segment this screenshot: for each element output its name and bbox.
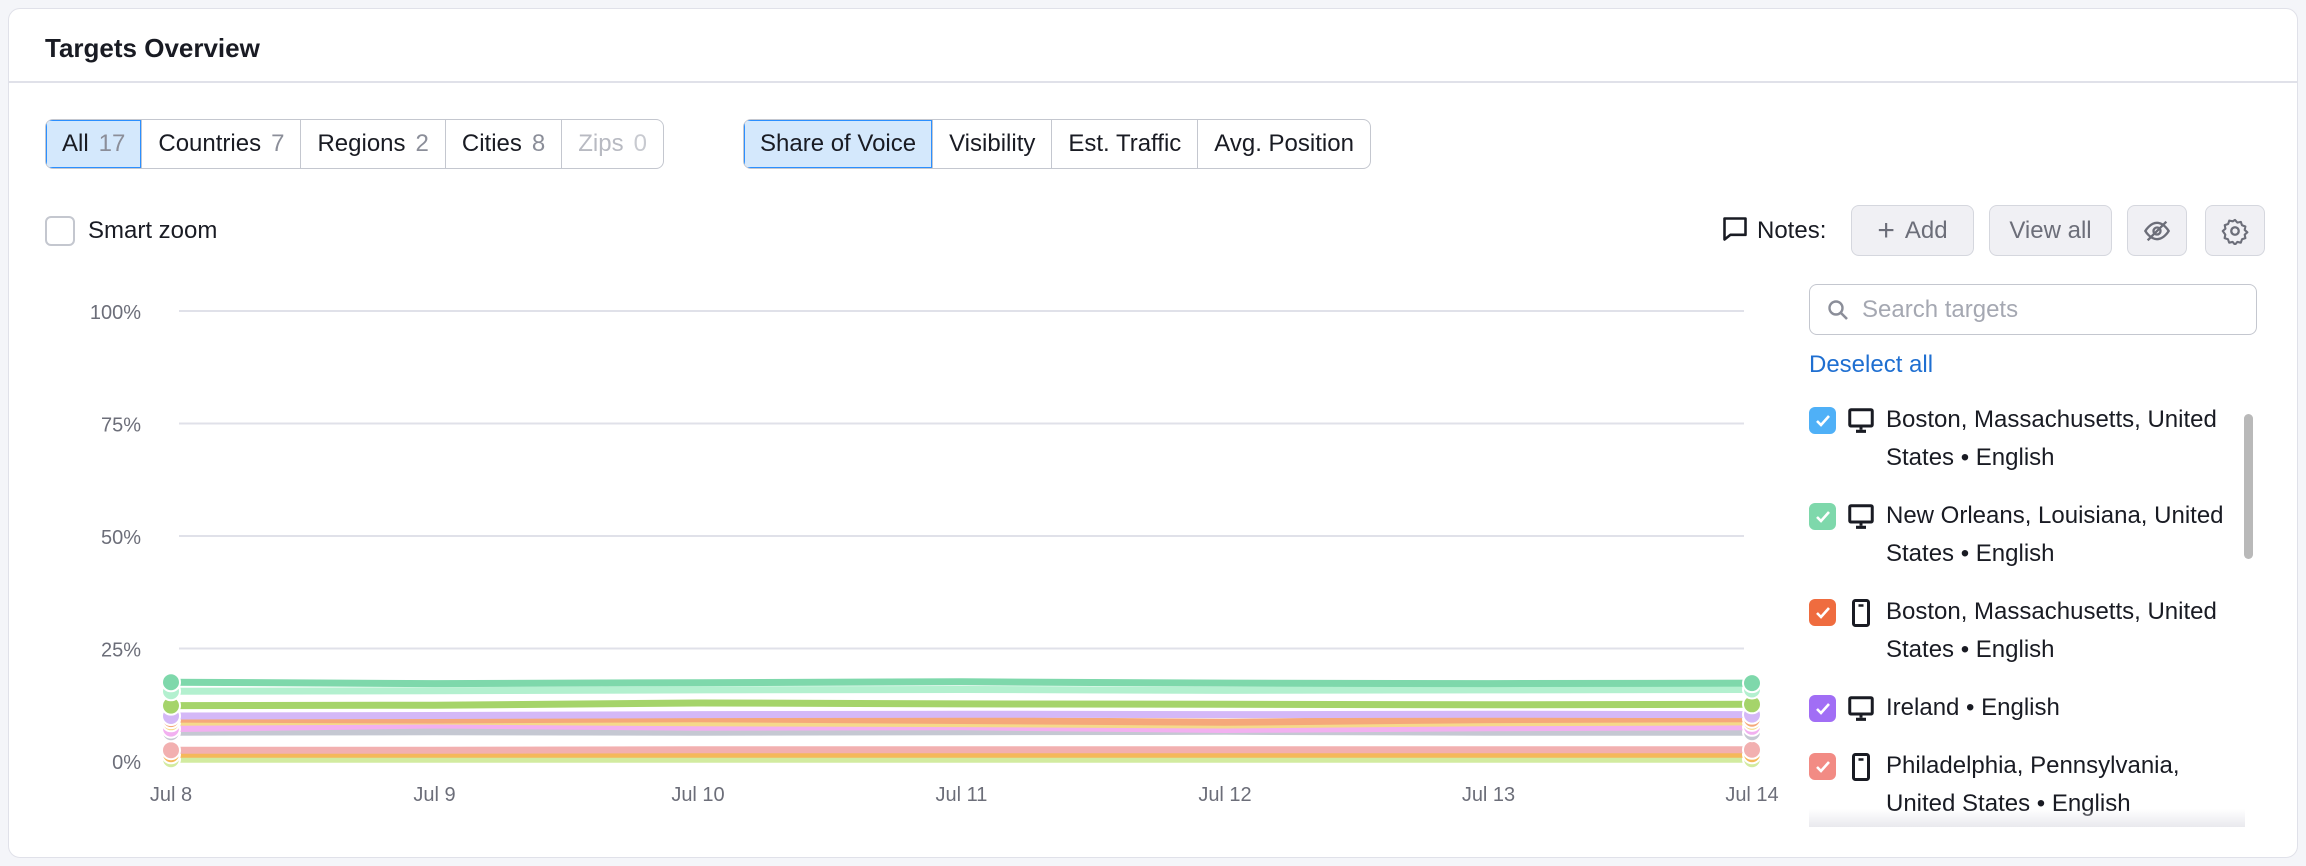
tab-avg-position[interactable]: Avg. Position bbox=[1198, 120, 1370, 168]
targets-legend: Boston, Massachusetts, United States • E… bbox=[1809, 401, 2245, 826]
location-type-tabs: All 17 Countries 7 Regions 2 Cities 8 Zips 0 bbox=[45, 119, 664, 169]
y-tick-label: 0% bbox=[112, 752, 141, 774]
add-note-label: Add bbox=[1904, 216, 1948, 244]
series-point[interactable] bbox=[161, 740, 181, 761]
tab-label: Countries bbox=[158, 130, 262, 157]
desktop-icon bbox=[1848, 408, 1874, 433]
check-icon bbox=[1815, 760, 1830, 773]
tab-count: 7 bbox=[271, 130, 285, 157]
target-item[interactable]: New Orleans, Louisiana, United States • … bbox=[1809, 497, 2245, 573]
metric-tabs: Share of Voice Visibility Est. Traffic Avg.… bbox=[743, 119, 1371, 169]
target-checkbox[interactable] bbox=[1809, 695, 1836, 722]
add-note-button[interactable]: + Add bbox=[1851, 205, 1974, 256]
desktop-icon bbox=[1848, 696, 1874, 721]
smart-zoom-label: Smart zoom bbox=[88, 217, 218, 244]
search-icon bbox=[1828, 299, 1848, 320]
series-line-4[interactable] bbox=[170, 715, 1753, 726]
hide-notes-button[interactable] bbox=[2127, 205, 2187, 256]
mobile-icon bbox=[1852, 599, 1870, 627]
target-label: Ireland • English bbox=[1886, 694, 2060, 721]
tab-all[interactable]: All 17 bbox=[46, 120, 143, 168]
y-tick-label: 50% bbox=[101, 527, 141, 549]
search-targets-input[interactable] bbox=[1862, 295, 2222, 324]
notes-icon bbox=[1723, 217, 1747, 241]
chart-settings-button[interactable] bbox=[2205, 205, 2265, 256]
target-item[interactable]: Ireland • English bbox=[1809, 689, 2245, 727]
series-line-0[interactable] bbox=[170, 678, 1753, 688]
x-tick-label: Jul 9 bbox=[413, 784, 455, 806]
tab-count: 0 bbox=[633, 130, 647, 157]
divider bbox=[9, 81, 2297, 83]
y-tick-label: 75% bbox=[101, 415, 141, 437]
gear-icon bbox=[2221, 218, 2249, 245]
tab-countries[interactable]: Countries 7 bbox=[142, 120, 302, 168]
target-checkbox[interactable] bbox=[1809, 753, 1836, 780]
y-tick-label: 25% bbox=[101, 640, 141, 662]
target-checkbox[interactable] bbox=[1809, 503, 1836, 530]
plus-icon: + bbox=[1877, 213, 1895, 247]
tab-label: Est. Traffic bbox=[1068, 130, 1182, 157]
check-icon bbox=[1815, 414, 1830, 427]
tab-est-traffic[interactable]: Est. Traffic bbox=[1052, 120, 1199, 168]
x-tick-label: Jul 14 bbox=[1725, 784, 1778, 806]
target-label: Boston, Massachusetts, United States • E… bbox=[1886, 406, 2217, 471]
tab-cities[interactable]: Cities 8 bbox=[446, 120, 563, 168]
target-checkbox[interactable] bbox=[1809, 407, 1836, 434]
tab-label: Avg. Position bbox=[1214, 130, 1354, 157]
series-line-2[interactable] bbox=[170, 699, 1753, 710]
view-all-label: View all bbox=[2009, 216, 2092, 244]
tab-count: 17 bbox=[98, 130, 126, 157]
targets-overview-card: Targets Overview All 17 Countries 7 Regions 2… bbox=[8, 8, 2298, 858]
search-targets-field[interactable] bbox=[1809, 284, 2257, 335]
smart-zoom-checkbox[interactable] bbox=[45, 216, 75, 246]
tab-label: Cities bbox=[461, 130, 522, 157]
tab-label: Zips bbox=[578, 130, 624, 157]
target-label: New Orleans, Louisiana, United States • … bbox=[1886, 502, 2224, 567]
check-icon bbox=[1815, 606, 1830, 619]
series-point[interactable] bbox=[1742, 739, 1762, 760]
y-tick-label: 100% bbox=[90, 302, 141, 324]
series-line-3[interactable] bbox=[170, 710, 1753, 720]
series-line-1[interactable] bbox=[170, 685, 1753, 695]
deselect-all-link[interactable]: Deselect all bbox=[1809, 351, 1933, 379]
target-item[interactable]: Boston, Massachusetts, United States • E… bbox=[1809, 593, 2245, 669]
x-tick-label: Jul 11 bbox=[936, 784, 988, 806]
mobile-icon bbox=[1852, 753, 1870, 781]
tab-zips[interactable]: Zips 0 bbox=[562, 120, 663, 168]
check-icon bbox=[1815, 702, 1830, 715]
series-point[interactable] bbox=[161, 672, 181, 693]
share-of-voice-chart[interactable]: 0% 25% 50% 75% 100% Jul 8 Jul 9 Jul 10 Jul 11 Jul… bbox=[9, 279, 1799, 819]
check-icon bbox=[1815, 510, 1830, 523]
notes-label: Notes: bbox=[1757, 217, 1827, 244]
target-label: Boston, Massachusetts, United States • E… bbox=[1886, 598, 2217, 663]
desktop-icon bbox=[1848, 504, 1874, 529]
view-all-notes-button[interactable]: View all bbox=[1989, 205, 2112, 256]
series-line-7[interactable] bbox=[170, 727, 1752, 736]
tab-count: 8 bbox=[531, 130, 546, 157]
tab-visibility[interactable]: Visibility bbox=[933, 120, 1053, 168]
tab-label: Share of Voice bbox=[760, 130, 917, 157]
eye-off-icon bbox=[2143, 220, 2171, 241]
tab-label: Regions bbox=[317, 130, 406, 157]
x-tick-label: Jul 8 bbox=[150, 784, 192, 806]
x-tick-label: Jul 10 bbox=[671, 784, 724, 806]
tab-count: 2 bbox=[415, 130, 429, 157]
x-tick-label: Jul 13 bbox=[1462, 784, 1515, 806]
series-point[interactable] bbox=[1742, 673, 1762, 694]
target-item[interactable]: Boston, Massachusetts, United States • E… bbox=[1809, 401, 2245, 477]
tab-label: Visibility bbox=[949, 130, 1036, 157]
tab-regions[interactable]: Regions 2 bbox=[301, 120, 446, 168]
target-checkbox[interactable] bbox=[1809, 599, 1836, 626]
page-title: Targets Overview bbox=[45, 33, 260, 63]
tab-share-of-voice[interactable]: Share of Voice bbox=[744, 120, 934, 168]
legend-fade bbox=[1809, 809, 2245, 827]
x-tick-label: Jul 12 bbox=[1198, 784, 1251, 806]
tab-label: All bbox=[62, 130, 89, 157]
legend-scrollbar[interactable] bbox=[2244, 414, 2253, 559]
